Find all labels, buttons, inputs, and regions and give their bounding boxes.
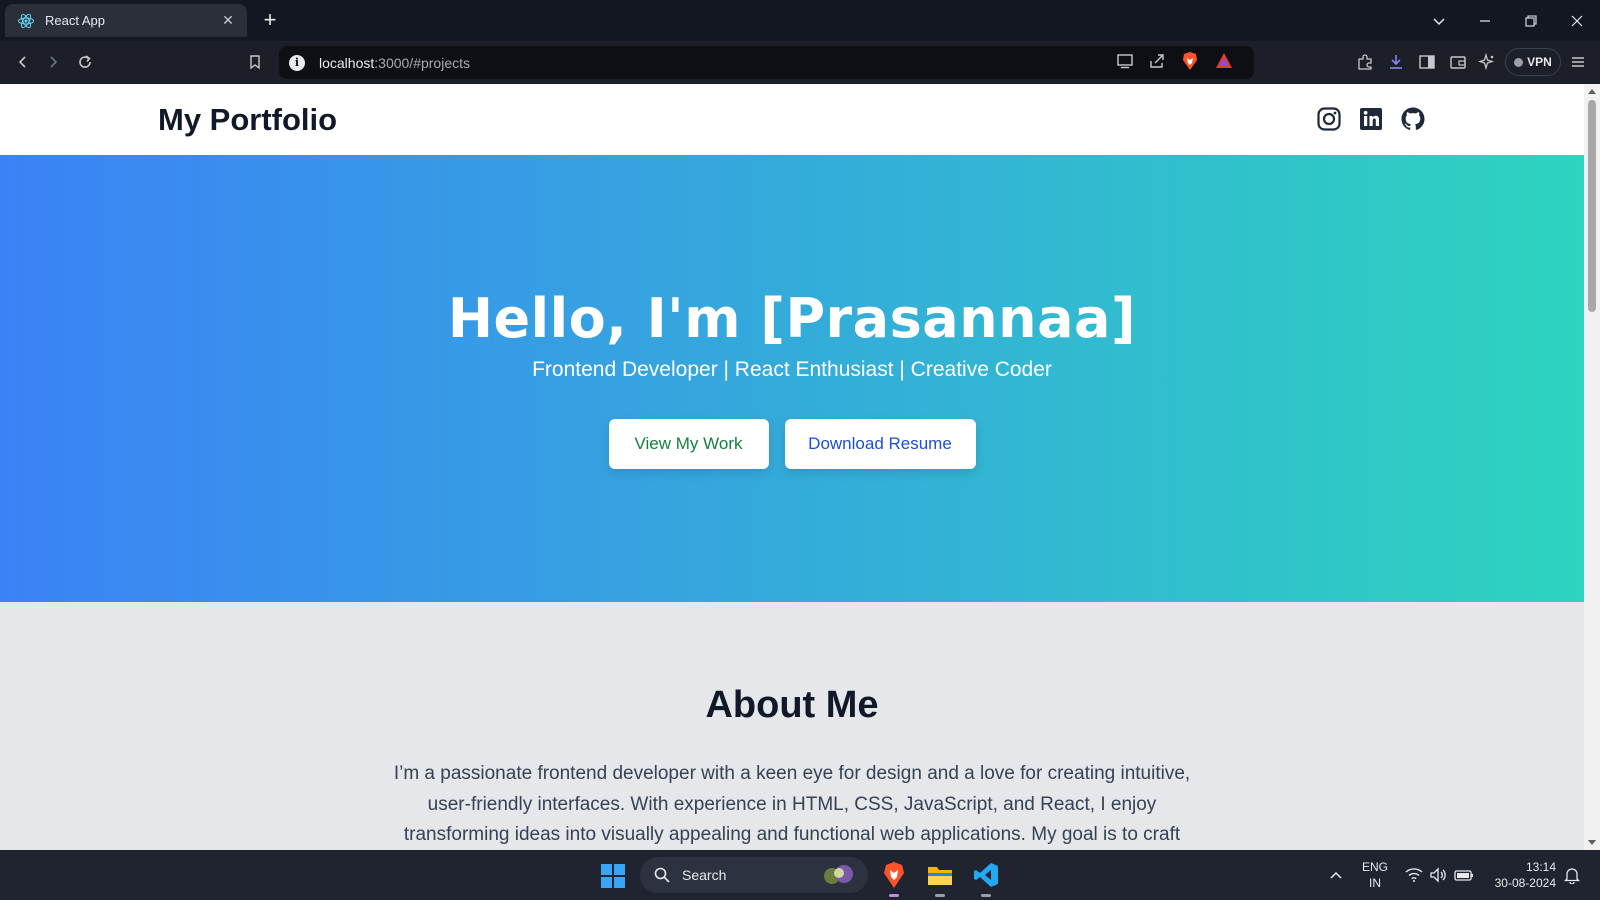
share-icon[interactable] bbox=[1148, 52, 1166, 70]
vpn-button[interactable]: VPN bbox=[1505, 48, 1561, 76]
menu-icon[interactable] bbox=[1565, 49, 1591, 75]
about-heading: About Me bbox=[705, 684, 879, 726]
react-icon bbox=[18, 13, 34, 28]
site-info-icon[interactable]: i bbox=[289, 54, 305, 71]
linkedin-icon[interactable] bbox=[1358, 106, 1384, 132]
site-header: My Portfolio bbox=[0, 84, 1584, 155]
tab-title: React App bbox=[45, 13, 105, 28]
download-resume-button[interactable]: Download Resume bbox=[784, 419, 976, 469]
hero-tagline: Frontend Developer | React Enthusiast | … bbox=[532, 358, 1052, 381]
app-indicator bbox=[935, 894, 945, 897]
brave-shields-icon[interactable] bbox=[1180, 51, 1200, 71]
about-section: About Me I’m a passionate frontend devel… bbox=[0, 602, 1584, 850]
url-path: :3000/#projects bbox=[374, 54, 470, 71]
language-code: ENG bbox=[1361, 860, 1388, 874]
hero-heading: Hello, I'm [Prasannaa] bbox=[447, 287, 1137, 350]
restore-icon[interactable] bbox=[1508, 0, 1554, 41]
new-tab-button[interactable]: + bbox=[257, 8, 283, 34]
minimize-icon[interactable] bbox=[1462, 0, 1508, 41]
github-icon[interactable] bbox=[1400, 106, 1426, 132]
vpn-status-icon bbox=[1514, 57, 1524, 67]
social-links bbox=[1316, 106, 1426, 132]
app-indicator bbox=[981, 894, 991, 897]
notification-bell-icon[interactable] bbox=[1556, 859, 1588, 891]
language-indicator[interactable]: ENG IN bbox=[1357, 859, 1393, 891]
clock-date: 30-08-2024 bbox=[1494, 876, 1556, 890]
taskbar-vscode-icon[interactable] bbox=[970, 859, 1002, 897]
search-highlight-icon bbox=[824, 865, 853, 884]
taskbar-file-explorer-icon[interactable] bbox=[924, 859, 956, 897]
forward-icon[interactable] bbox=[40, 49, 66, 75]
address-bar-actions bbox=[1116, 51, 1234, 71]
clock-time: 13:14 bbox=[1525, 860, 1556, 874]
downloads-icon[interactable] bbox=[1383, 49, 1409, 75]
page-scrollbar[interactable] bbox=[1584, 84, 1600, 850]
window-controls bbox=[1416, 0, 1600, 41]
wallet-icon[interactable] bbox=[1445, 49, 1471, 75]
browser-tab[interactable]: React App ✕ bbox=[5, 4, 247, 37]
brave-rewards-icon[interactable] bbox=[1214, 51, 1234, 71]
scroll-up-icon[interactable] bbox=[1588, 89, 1596, 94]
active-app-indicator bbox=[889, 894, 899, 897]
search-icon bbox=[654, 867, 670, 883]
system-clock[interactable]: 13:14 30-08-2024 bbox=[1488, 859, 1556, 891]
scroll-down-icon[interactable] bbox=[1588, 840, 1596, 845]
url-text: localhost:3000/#projects bbox=[319, 55, 470, 71]
taskbar-search[interactable]: Search bbox=[640, 857, 868, 893]
scrollbar-thumb[interactable] bbox=[1588, 100, 1596, 312]
url-host: localhost bbox=[319, 54, 375, 71]
taskbar-brave-icon[interactable] bbox=[878, 859, 910, 897]
sidebar-icon[interactable] bbox=[1414, 49, 1440, 75]
vpn-label: VPN bbox=[1527, 55, 1552, 69]
close-tab-icon[interactable]: ✕ bbox=[219, 12, 237, 30]
address-bar[interactable]: i localhost:3000/#projects bbox=[279, 46, 1254, 79]
windows-start-icon[interactable] bbox=[601, 864, 625, 888]
leo-ai-icon[interactable] bbox=[1474, 49, 1500, 75]
cast-icon[interactable] bbox=[1116, 52, 1134, 70]
battery-icon[interactable] bbox=[1448, 859, 1480, 891]
close-window-icon[interactable] bbox=[1554, 0, 1600, 41]
back-icon[interactable] bbox=[10, 49, 36, 75]
reload-icon[interactable] bbox=[72, 49, 98, 75]
hero-buttons: View My Work Download Resume bbox=[0, 419, 1584, 469]
windows-taskbar: Search ENG IN 13:14 30-08-2024 bbox=[0, 850, 1600, 900]
extensions-icon[interactable] bbox=[1352, 49, 1378, 75]
page-viewport: My Portfolio Hello, I'm [Prasannaa] Fron… bbox=[0, 84, 1584, 850]
instagram-icon[interactable] bbox=[1316, 106, 1342, 132]
view-my-work-button[interactable]: View My Work bbox=[608, 419, 769, 469]
tab-search-icon[interactable] bbox=[1416, 0, 1462, 41]
taskbar-search-label: Search bbox=[682, 867, 727, 883]
browser-tab-strip: React App ✕ + bbox=[0, 0, 1600, 41]
site-title[interactable]: My Portfolio bbox=[158, 102, 337, 138]
bookmark-icon[interactable] bbox=[242, 49, 268, 75]
show-hidden-icons-icon[interactable] bbox=[1320, 859, 1352, 891]
browser-toolbar: i localhost:3000/#projects VPN bbox=[0, 41, 1600, 84]
region-code: IN bbox=[1369, 876, 1381, 890]
about-text: I’m a passionate frontend developer with… bbox=[393, 763, 1191, 845]
hero-section: Hello, I'm [Prasannaa] Frontend Develope… bbox=[0, 155, 1584, 602]
